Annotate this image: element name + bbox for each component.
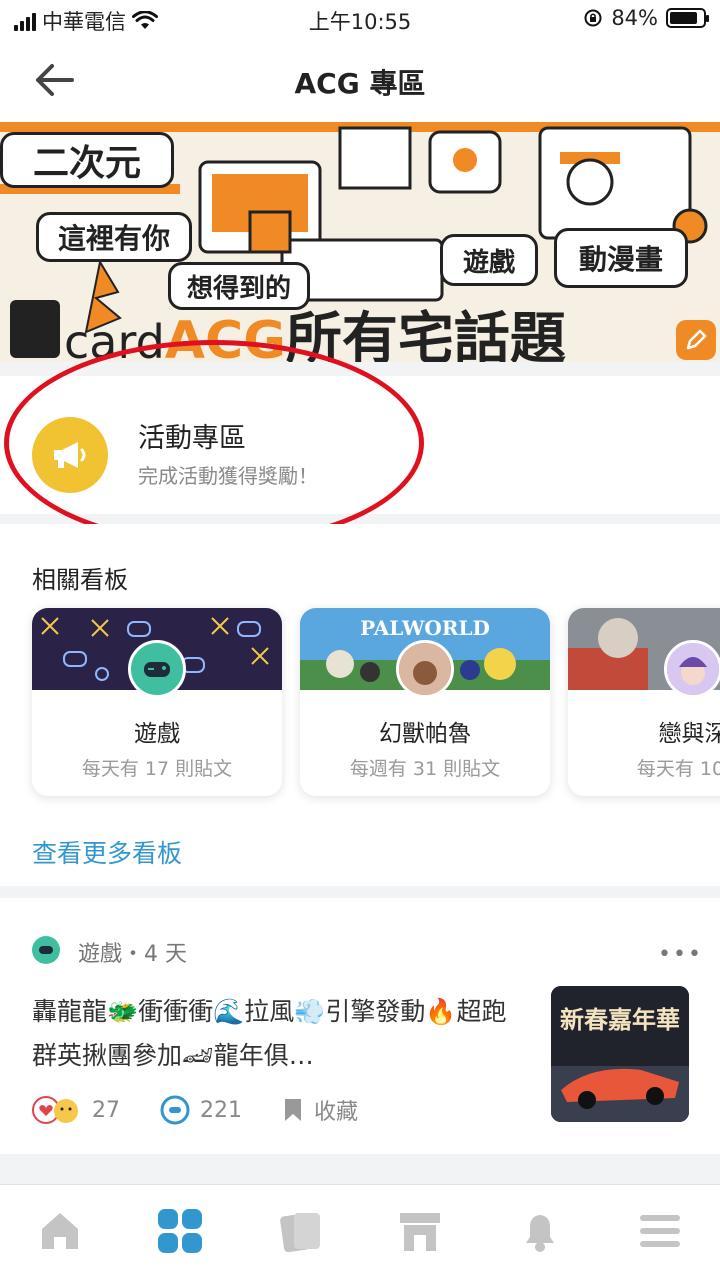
board-name: 幻獸帕魯	[379, 721, 471, 747]
post-thumbnail[interactable]: 新春嘉年華	[551, 986, 689, 1122]
cards-icon	[280, 1213, 320, 1253]
banner-tag-anime: 動漫畫	[554, 228, 688, 288]
more-options-button[interactable]: •••	[658, 942, 703, 967]
board-name: 戀與深	[658, 721, 720, 747]
nav-notifications[interactable]	[516, 1207, 564, 1255]
comment-icon	[160, 1095, 190, 1125]
related-boards-section: 相關看板 遊戲 每天有 17 則貼文 PALWORLD 幻獸帕魯 每週有 31 …	[0, 524, 720, 886]
page-title: ACG 專區	[294, 67, 426, 100]
nav-menu[interactable]	[636, 1207, 684, 1255]
shop-icon	[400, 1213, 440, 1251]
post-board-meta[interactable]: 遊戲・4 天	[78, 936, 187, 968]
heart-reaction-icon	[32, 1096, 78, 1124]
board-avatar-game	[128, 640, 186, 698]
header: ACG 專區	[0, 40, 720, 122]
orientation-lock-icon	[584, 9, 602, 27]
board-cover-title: PALWORLD	[360, 616, 490, 640]
banner-brand-acg: ACG	[164, 311, 286, 362]
banner-brand-card: card	[64, 315, 165, 362]
board-stat: 每天有 17 則貼文	[81, 758, 233, 780]
banner-tag-game: 遊戲	[440, 234, 538, 286]
boards-grid-icon	[158, 1209, 202, 1253]
acg-banner[interactable]: 二次元 這裡有你 想得到的 遊戲 動漫畫 cardACG所有宅話題	[0, 122, 720, 362]
banner-tag-here: 這裡有你	[36, 212, 192, 262]
event-title: 活動專區	[138, 423, 246, 454]
board-card-palworld[interactable]: PALWORLD 幻獸帕魯 每週有 31 則貼文	[300, 608, 550, 796]
banner-tag-erci: 二次元	[0, 132, 174, 188]
reactions[interactable]: 27	[32, 1096, 120, 1124]
board-stat: 每天有 10 則	[636, 758, 720, 780]
status-right: 84%	[583, 6, 709, 30]
bottom-navigation	[0, 1184, 720, 1281]
nav-home[interactable]	[36, 1207, 84, 1255]
event-subtitle: 完成活動獲得獎勵！	[138, 464, 318, 488]
related-boards-title: 相關看板	[32, 566, 128, 594]
nav-boards[interactable]	[156, 1207, 204, 1255]
comments[interactable]: 221	[160, 1095, 242, 1125]
board-avatar-love-deep	[664, 640, 720, 698]
reactions-count: 27	[92, 1097, 120, 1123]
menu-icon	[640, 1215, 680, 1247]
status-bar: 中華電信 上午10:55 84%	[0, 0, 720, 40]
board-card-game[interactable]: 遊戲 每天有 17 則貼文	[32, 608, 282, 796]
event-section[interactable]: 活動專區 完成活動獲得獎勵！	[0, 376, 720, 514]
post-thumbnail-title: 新春嘉年華	[560, 1005, 680, 1034]
notification-bell-icon	[526, 1215, 554, 1252]
comments-count: 221	[200, 1097, 242, 1123]
megaphone-icon	[32, 417, 108, 493]
post-title[interactable]: 轟龍龍🐲衝衝衝🌊拉風💨引擎發動🔥超跑群英揪團參加🏎龍年俱…	[32, 990, 522, 1078]
board-game-icon	[32, 936, 60, 964]
more-boards-link[interactable]: 查看更多看板	[32, 834, 182, 870]
edit-icon[interactable]	[676, 320, 716, 360]
board-stat: 每週有 31 則貼文	[349, 758, 501, 780]
banner-headline: 所有宅話題	[285, 307, 566, 362]
nav-shop[interactable]	[396, 1207, 444, 1255]
nav-cards[interactable]	[276, 1207, 324, 1255]
board-name: 遊戲	[134, 721, 180, 747]
save-label: 收藏	[314, 1100, 359, 1125]
post-card[interactable]: 遊戲・4 天 ••• 轟龍龍🐲衝衝衝🌊拉風💨引擎發動🔥超跑群英揪團參加🏎龍年俱……	[0, 898, 720, 1154]
banner-headline-row: cardACG所有宅話題	[10, 294, 566, 362]
bookmark-icon	[285, 1099, 301, 1121]
save-button[interactable]: 收藏	[282, 1094, 358, 1126]
post-actions: 27 221 收藏	[32, 1094, 398, 1126]
board-card-love-deep[interactable]: 戀與深 每天有 10 則	[568, 608, 720, 796]
battery-percent: 84%	[611, 6, 658, 30]
home-icon	[42, 1213, 78, 1249]
board-avatar-palworld	[396, 640, 454, 698]
battery-icon	[666, 8, 709, 28]
